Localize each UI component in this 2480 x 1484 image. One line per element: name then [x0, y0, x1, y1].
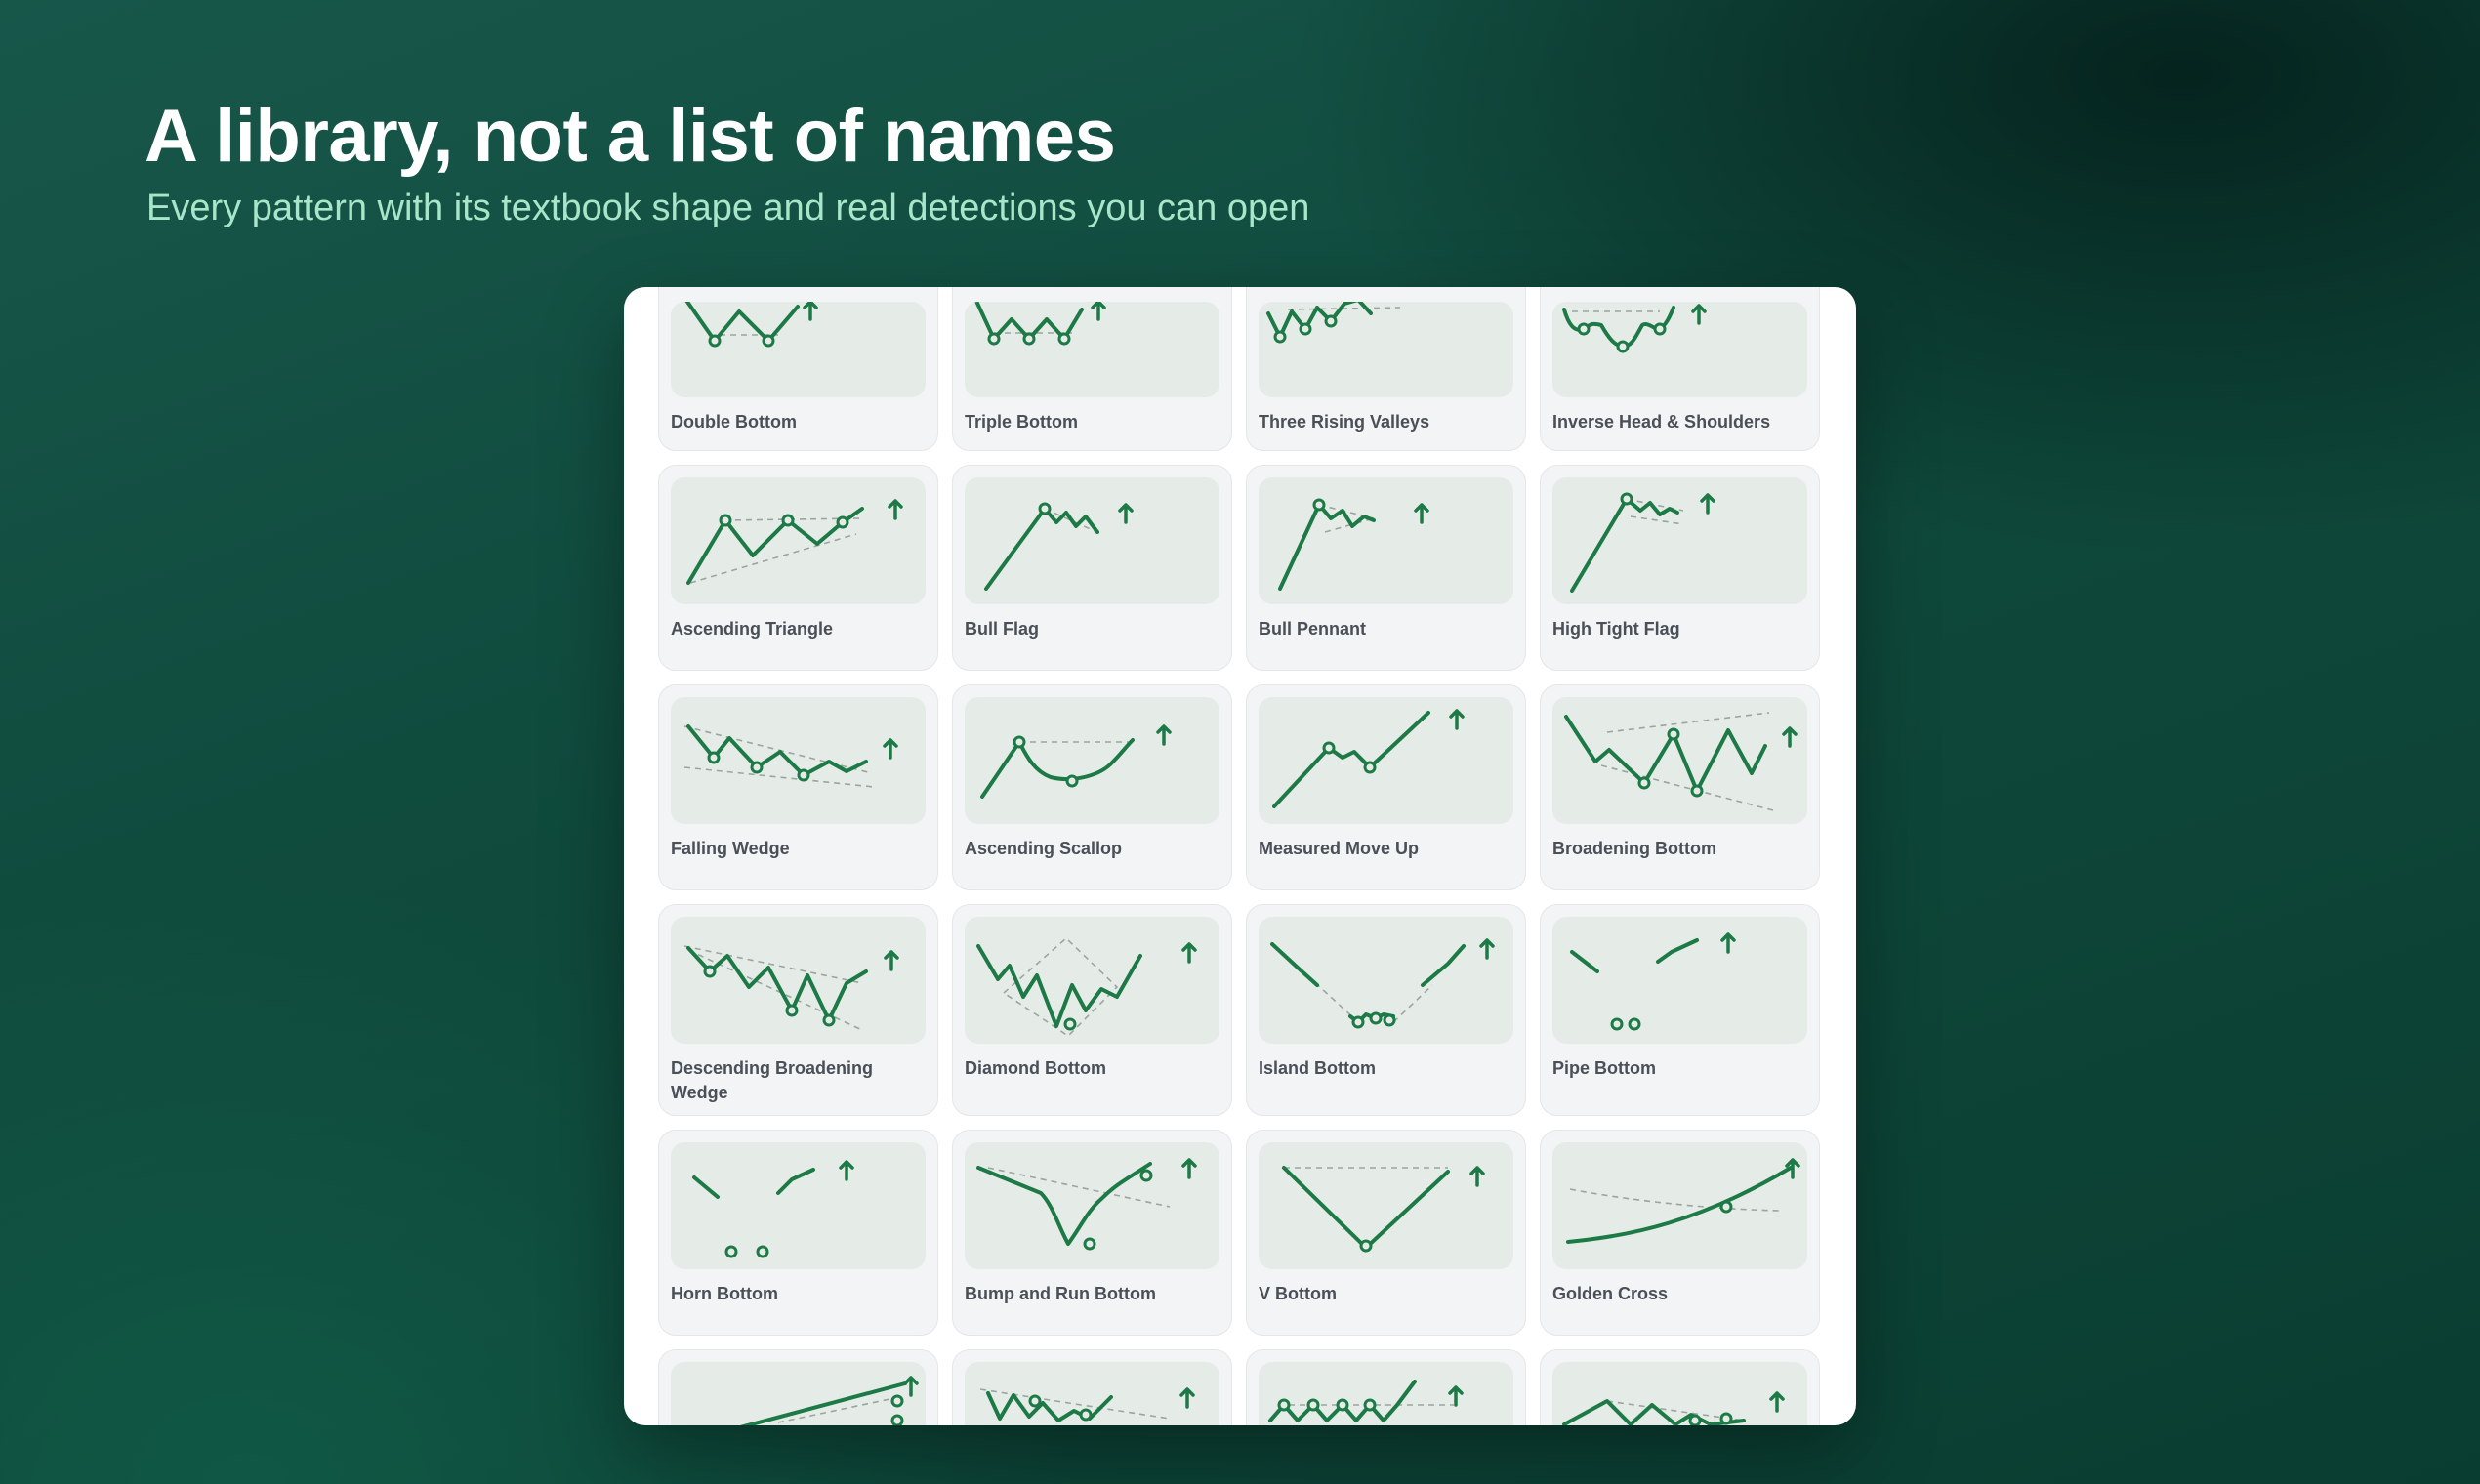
pattern-label: High Tight Flag — [1552, 619, 1680, 639]
pattern-label: Ascending Scallop — [965, 839, 1123, 858]
pattern-card[interactable] — [952, 1349, 1232, 1425]
page-title: A library, not a list of names — [145, 95, 1116, 178]
pattern-label: Golden Cross — [1552, 1284, 1669, 1303]
island-bottom-icon — [1259, 917, 1513, 1044]
falling-wedge-icon — [671, 697, 926, 824]
multiple-bottom-icon — [1259, 1362, 1513, 1425]
pattern-label: Island Bottom — [1259, 1058, 1376, 1078]
descending-triangle-breakout-icon — [1552, 1362, 1807, 1425]
pattern-grid: Double Bottom Triple Bottom Three Rising… — [658, 287, 1821, 1425]
pattern-label: Diamond Bottom — [965, 1058, 1106, 1078]
pattern-label: Bump and Run Bottom — [965, 1284, 1156, 1303]
pattern-card-broadening-bottom[interactable]: Broadening Bottom — [1540, 684, 1820, 890]
pattern-label: V Bottom — [1259, 1284, 1337, 1303]
pattern-label: Falling Wedge — [671, 839, 790, 858]
pattern-label: Horn Bottom — [671, 1284, 778, 1303]
bull-flag-icon — [965, 477, 1219, 604]
pattern-card-ascending-scallop[interactable]: Ascending Scallop — [952, 684, 1232, 890]
pattern-card-double-bottom[interactable]: Double Bottom — [658, 287, 938, 451]
pipe-bottom-icon — [1552, 917, 1807, 1044]
pattern-label: Measured Move Up — [1259, 839, 1420, 858]
pattern-label: Bull Flag — [965, 619, 1039, 639]
pattern-card-high-tight-flag[interactable]: High Tight Flag — [1540, 465, 1820, 671]
pattern-card-falling-wedge[interactable]: Falling Wedge — [658, 684, 938, 890]
descending-broadening-wedge-icon — [671, 917, 926, 1044]
pattern-card-ascending-triangle[interactable]: Ascending Triangle — [658, 465, 938, 671]
pattern-card-golden-cross[interactable]: Golden Cross — [1540, 1130, 1820, 1336]
pattern-card[interactable] — [1246, 1349, 1526, 1425]
horn-bottom-icon — [671, 1142, 926, 1269]
rising-channel-breakout-icon — [671, 1362, 926, 1425]
pattern-card-diamond-bottom[interactable]: Diamond Bottom — [952, 904, 1232, 1116]
diamond-bottom-icon — [965, 917, 1219, 1044]
v-bottom-icon — [1259, 1142, 1513, 1269]
pattern-card-bull-flag[interactable]: Bull Flag — [952, 465, 1232, 671]
pattern-label: Inverse Head & Shoulders — [1552, 412, 1771, 432]
pattern-card-island-bottom[interactable]: Island Bottom — [1246, 904, 1526, 1116]
high-tight-flag-icon — [1552, 477, 1807, 604]
ascending-triangle-icon — [671, 477, 926, 604]
pattern-label: Descending Broadening Wedge — [671, 1058, 874, 1102]
pattern-card-three-rising-valleys[interactable]: Three Rising Valleys — [1246, 287, 1526, 451]
golden-cross-icon — [1552, 1142, 1807, 1269]
pattern-card-inverse-head-and-shoulders[interactable]: Inverse Head & Shoulders — [1540, 287, 1820, 451]
pattern-label: Three Rising Valleys — [1259, 412, 1430, 432]
triple-bottom-icon — [965, 302, 1219, 397]
pattern-card-measured-move-up[interactable]: Measured Move Up — [1246, 684, 1526, 890]
three-rising-valleys-icon — [1259, 302, 1513, 397]
inverse-head-and-shoulders-icon — [1552, 302, 1807, 397]
pattern-card-bull-pennant[interactable]: Bull Pennant — [1246, 465, 1526, 671]
pattern-card-horn-bottom[interactable]: Horn Bottom — [658, 1130, 938, 1336]
pattern-card-pipe-bottom[interactable]: Pipe Bottom — [1540, 904, 1820, 1116]
bull-pennant-icon — [1259, 477, 1513, 604]
pattern-label: Bull Pennant — [1259, 619, 1367, 639]
broadening-bottom-icon — [1552, 697, 1807, 824]
ascending-scallop-icon — [965, 697, 1219, 824]
pattern-card-bump-and-run-bottom[interactable]: Bump and Run Bottom — [952, 1130, 1232, 1336]
page-subtitle: Every pattern with its textbook shape an… — [146, 187, 1310, 228]
pattern-card-descending-broadening-wedge[interactable]: Descending Broadening Wedge — [658, 904, 938, 1116]
pattern-library-window[interactable]: Double Bottom Triple Bottom Three Rising… — [624, 287, 1856, 1425]
pattern-card-triple-bottom[interactable]: Triple Bottom — [952, 287, 1232, 451]
pattern-card[interactable] — [658, 1349, 938, 1425]
pattern-card[interactable] — [1540, 1349, 1820, 1425]
measured-move-up-icon — [1259, 697, 1513, 824]
pattern-label: Triple Bottom — [965, 412, 1078, 432]
pattern-label: Ascending Triangle — [671, 619, 834, 639]
double-bottom-icon — [671, 302, 926, 397]
pattern-label: Pipe Bottom — [1552, 1058, 1656, 1078]
pattern-label: Double Bottom — [671, 412, 797, 432]
pattern-card-v-bottom[interactable]: V Bottom — [1246, 1130, 1526, 1336]
pattern-label: Broadening Bottom — [1552, 839, 1716, 858]
bump-and-run-bottom-icon — [965, 1142, 1219, 1269]
descending-zigzag-icon — [965, 1362, 1219, 1425]
